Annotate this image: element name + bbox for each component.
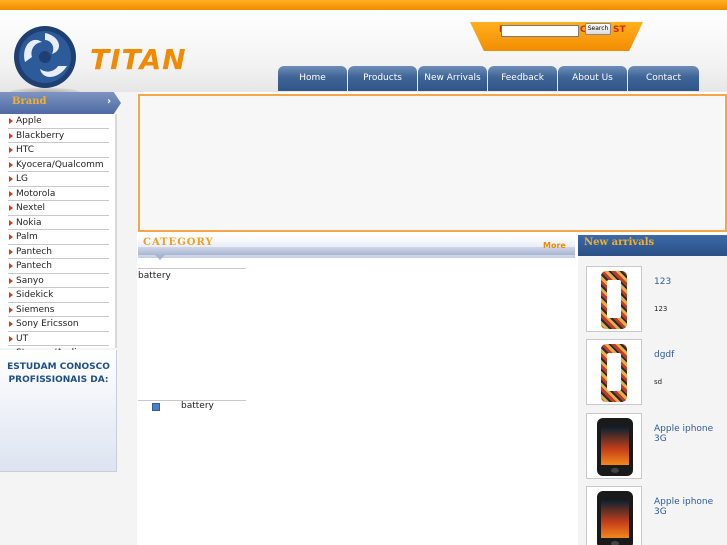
category-box[interactable]: battery [138, 268, 246, 401]
sidebar-item-lg[interactable]: LG [8, 172, 109, 187]
arrival-desc-2: sd [654, 378, 663, 386]
arrival-thumb-4[interactable] [586, 486, 642, 545]
chevron-right-icon: › [107, 96, 112, 107]
main-nav: Home Products New Arrivals Feedback Abou… [278, 66, 700, 91]
new-arrivals-title: New arrivals [584, 237, 655, 248]
category-box-label: battery [138, 271, 171, 281]
sidebar-item-pantech-2[interactable]: Pantech [8, 259, 109, 274]
category-notch [155, 255, 165, 260]
brand-sidebar: Brand › Apple Blackberry HTC Kyocera/Qua… [0, 92, 137, 545]
arrival-name-4[interactable]: Apple iphone 3G [654, 497, 727, 517]
broken-image-icon[interactable] [152, 403, 160, 411]
sidebar-item-ut-starcom[interactable]: UT Starcom/Audiovox [8, 332, 109, 358]
category-title: CATEGORY [143, 237, 214, 248]
sidebar-item-htc[interactable]: HTC [8, 143, 109, 158]
sidebar-item-kyocera[interactable]: Kyocera/Qualcomm [8, 158, 109, 172]
sidebar-item-siemens[interactable]: Siemens [8, 303, 109, 317]
sidebar-item-nextel[interactable]: Nextel [8, 201, 109, 216]
sidebar-item-pantech[interactable]: Pantech [8, 245, 109, 259]
iphone-image [597, 491, 633, 545]
arrival-name-2[interactable]: dgdf [654, 350, 674, 360]
category-header-bar [138, 247, 575, 255]
phone-case-image [601, 344, 627, 402]
category-more-link[interactable]: More [543, 241, 566, 250]
brand-header: Brand › [0, 92, 121, 114]
logo-text[interactable]: TITAN [90, 43, 187, 76]
nav-new-arrivals[interactable]: New Arrivals [418, 66, 487, 91]
search-area: I ST IC Search [470, 22, 643, 51]
arrival-thumb-2[interactable] [586, 339, 642, 405]
arrival-desc-1: 123 [654, 305, 668, 313]
sidebar-item-nokia[interactable]: Nokia [8, 216, 109, 230]
arrival-name-1[interactable]: 123 [654, 277, 671, 287]
arrival-thumb-3[interactable] [586, 413, 642, 479]
nav-about-us[interactable]: About Us [558, 66, 627, 91]
promo-banner[interactable]: ESTUDAM CONOSCO PROFISSIONAIS DA: [0, 350, 117, 472]
arrival-thumb-1[interactable] [586, 266, 642, 332]
phone-case-image [601, 271, 627, 329]
search-input[interactable] [501, 25, 579, 37]
titan-logo-icon[interactable] [12, 24, 78, 90]
promo-line-2: PROFISSIONAIS DA: [8, 375, 109, 385]
main-banner [138, 94, 727, 232]
header: TITAN I ST IC Search Home Products New A… [0, 10, 727, 96]
brand-title: Brand [12, 96, 47, 107]
new-arrivals-header: New arrivals [578, 235, 727, 256]
sidebar-item-apple[interactable]: Apple [8, 114, 109, 129]
sidebar-item-sidekick[interactable]: Sidekick [8, 288, 109, 303]
search-button[interactable]: Search [585, 23, 611, 35]
sidebar-item-sony-ericsson[interactable]: Sony Ericsson [8, 317, 109, 332]
brand-list: Apple Blackberry HTC Kyocera/Qualcomm LG… [0, 114, 117, 358]
category-item-link[interactable]: battery [181, 401, 214, 411]
nav-products[interactable]: Products [348, 66, 417, 91]
sidebar-item-sanyo[interactable]: Sanyo [8, 274, 109, 288]
promo-line-1: ESTUDAM CONOSCO [7, 362, 110, 372]
sidebar-item-blackberry[interactable]: Blackberry [8, 129, 109, 143]
sidebar-item-motorola[interactable]: Motorola [8, 187, 109, 201]
nav-home[interactable]: Home [278, 66, 347, 91]
iphone-image [597, 418, 633, 476]
search-hidden-text-right: ST [613, 25, 626, 35]
nav-feedback[interactable]: Feedback [488, 66, 557, 91]
nav-contact[interactable]: Contact [628, 66, 699, 91]
sidebar-item-palm[interactable]: Palm [8, 230, 109, 245]
promo-text: ESTUDAM CONOSCO PROFISSIONAIS DA: [0, 361, 117, 387]
new-arrivals-panel: New arrivals 123 123 dgdf sd Apple iphon… [578, 235, 727, 545]
top-accent-bar [0, 0, 727, 10]
arrival-name-3[interactable]: Apple iphone 3G [654, 424, 727, 444]
